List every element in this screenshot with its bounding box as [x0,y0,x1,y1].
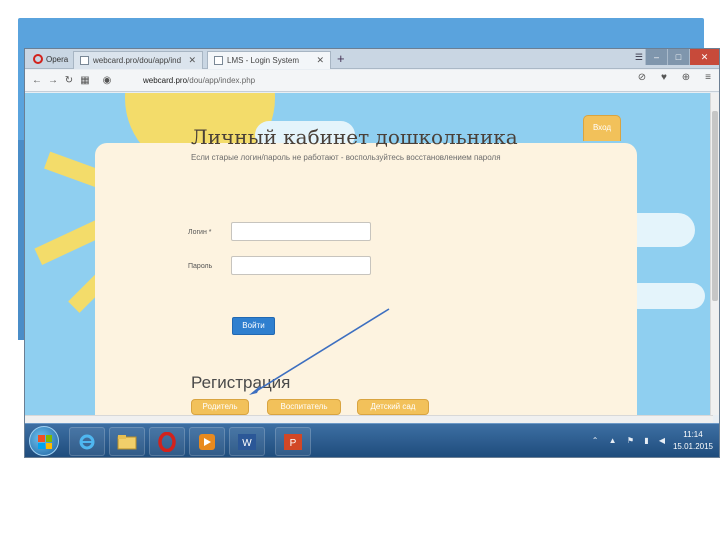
opera-menu-button[interactable]: Opera [27,51,74,67]
registration-title: Регистрация [191,373,291,392]
page-viewport: Вход Личный кабинет дошкольника Если ста… [25,93,713,415]
register-parent-button[interactable]: Родитель [191,399,249,415]
ie-icon[interactable] [69,427,105,456]
site-lock-icon[interactable]: ◉ [99,75,115,86]
minimize-icon[interactable]: – [645,49,667,65]
new-tab-button[interactable]: + [337,51,345,67]
tab-label: LMS - Login System [227,56,300,65]
grid-icon[interactable]: ▦ [77,75,93,86]
clock-time: 11:14 [683,430,703,439]
url-path: /dou/app/index.php [187,76,256,85]
maximize-icon[interactable]: □ [667,49,689,65]
password-field[interactable] [231,256,371,275]
reload-icon[interactable]: ↻ [61,75,77,86]
system-tray[interactable]: ⌃ ▲ ⚑ ▮ ◀ [592,436,669,445]
url-field[interactable]: webcard.pro/dou/app/index.php [143,73,613,88]
window-controls: – □ ✕ [645,49,719,65]
scrollbar-thumb[interactable] [712,111,718,301]
browser-window: Opera webcard.pro/dou/app/ind ✕ LMS - Lo… [24,48,720,458]
login-field[interactable] [231,222,371,241]
page-subtitle: Если старые логин/пароль не работают - в… [191,153,501,162]
svg-text:P: P [290,438,297,449]
cloud-decoration [625,283,705,309]
register-kindergarten-button[interactable]: Детский сад [357,399,429,415]
tab-webcard[interactable]: webcard.pro/dou/app/ind ✕ [73,51,203,69]
tab-bar: Opera webcard.pro/dou/app/ind ✕ LMS - Lo… [25,49,719,69]
windows-taskbar: W P ⌃ ▲ ⚑ ▮ ◀ 11:14 15.01.2015 [25,423,719,457]
svg-text:W: W [242,438,252,449]
powerpoint-icon[interactable]: P [275,427,311,456]
password-label: Пароль [188,263,213,270]
back-icon[interactable]: ← [29,75,45,86]
page-favicon-icon [214,56,223,65]
tab-label: webcard.pro/dou/app/ind [93,56,182,65]
opera-icon[interactable] [149,427,185,456]
opera-logo-icon [33,54,43,64]
login-label: Логин * [188,229,212,236]
heart-icon[interactable]: ♥ [657,72,671,83]
submit-button[interactable]: Войти [232,317,275,335]
page-title: Личный кабинет дошкольника [191,125,518,149]
close-tab-icon[interactable]: ✕ [316,55,324,66]
download-icon[interactable]: ⊕ [679,72,693,83]
adblock-icon[interactable]: ⊘ [635,72,649,83]
explorer-icon[interactable] [109,427,145,456]
forward-icon[interactable]: → [45,75,61,86]
url-host: webcard.pro [143,76,188,85]
tab-menu-icon[interactable]: ☰ [635,52,643,63]
clock-date: 15.01.2015 [672,442,714,451]
taskbar-clock[interactable]: 11:14 15.01.2015 [671,429,715,453]
slide-canvas: Opera webcard.pro/dou/app/ind ✕ LMS - Lo… [0,0,720,540]
menu-icon[interactable]: ≡ [701,72,715,83]
register-teacher-button[interactable]: Воспитатель [267,399,341,415]
horizontal-scrollbar[interactable] [25,415,713,423]
tab-lms[interactable]: LMS - Login System ✕ [207,51,331,69]
login-tab[interactable]: Вход [583,115,621,141]
page-favicon-icon [80,56,89,65]
opera-menu-label: Opera [46,54,69,64]
close-tab-icon[interactable]: ✕ [188,55,196,66]
word-icon[interactable]: W [229,427,265,456]
window-close-icon[interactable]: ✕ [689,49,719,65]
vertical-scrollbar[interactable] [710,93,719,415]
login-card [95,143,637,415]
media-icon[interactable] [189,427,225,456]
address-bar: ← → ↻ ▦ ◉ webcard.pro/dou/app/index.php … [25,70,719,92]
address-bar-actions: ⊘ ♥ ⊕ ≡ [635,72,715,83]
windows-start-icon[interactable] [29,426,59,456]
